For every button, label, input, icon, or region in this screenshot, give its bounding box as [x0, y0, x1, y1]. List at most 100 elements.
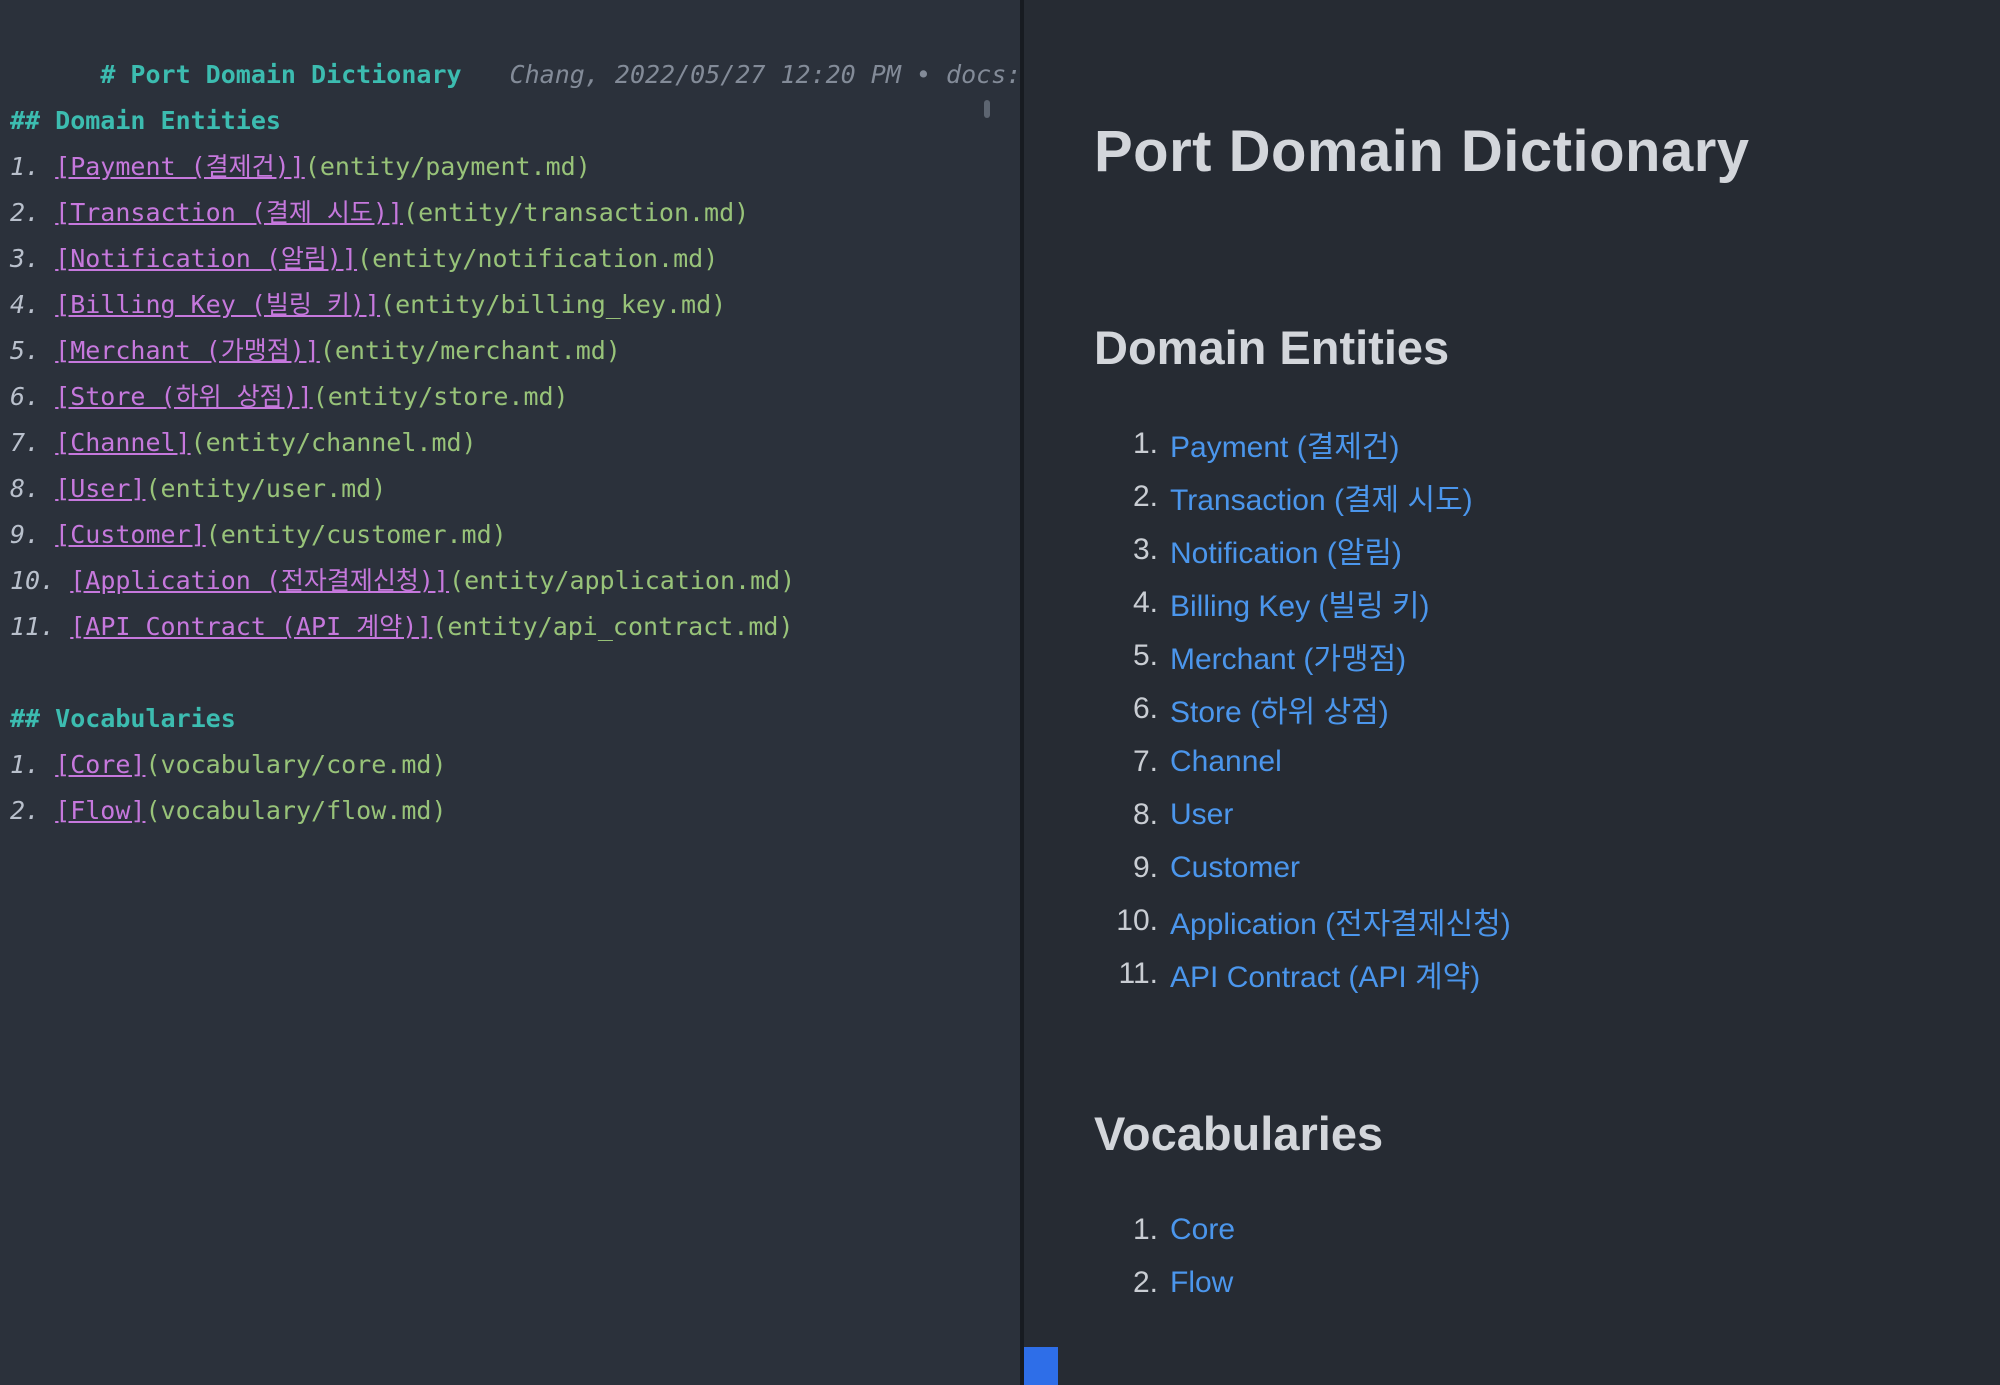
- preview-item-link[interactable]: Application (전자결제신청): [1170, 899, 1511, 943]
- md-list-number: 3.: [10, 244, 56, 273]
- preview-item-number: 8.: [1132, 797, 1158, 831]
- md-list-number: 6.: [10, 382, 56, 411]
- preview-ordered-list: 1. Core 2. Flow: [1094, 1203, 2000, 1309]
- preview-title: Port Domain Dictionary: [1094, 119, 1750, 184]
- md-wiki-link[interactable]: [Billing Key (빌링 키)]: [55, 290, 380, 319]
- md-list-number: 2.: [10, 796, 56, 825]
- preview-item-link[interactable]: Notification (알림): [1170, 528, 1402, 572]
- preview-section-heading: Domain Entities: [1094, 321, 1450, 374]
- preview-list-item: 1. Core: [1094, 1203, 2000, 1256]
- preview-list-item: 7. Channel: [1094, 735, 2000, 788]
- md-link-target: (entity/channel.md): [190, 428, 477, 457]
- md-list-item: 6. [Store (하위 상점)](entity/store.md): [10, 374, 1020, 420]
- preview-list-item: 2. Transaction (결제 시도): [1094, 470, 2000, 523]
- md-list-item: 1. [Payment (결제건)](entity/payment.md): [10, 144, 1020, 190]
- editor-annotation-mark: [984, 100, 990, 118]
- md-wiki-link[interactable]: [Transaction (결제 시도)]: [55, 198, 403, 227]
- preview-pane: Port Domain Dictionary Domain Entities 1.…: [1024, 0, 2000, 1385]
- md-list-item: 11. [API Contract (API 계약)](entity/api_c…: [10, 604, 1020, 650]
- md-list-number: 2.: [10, 198, 56, 227]
- preview-item-number: 7.: [1132, 744, 1158, 778]
- md-link-target: (vocabulary/flow.md): [145, 796, 447, 825]
- md-wiki-link[interactable]: [API Contract (API 계약)]: [70, 612, 432, 641]
- md-link-target: (vocabulary/core.md): [145, 750, 447, 779]
- preview-item-number: 11.: [1118, 956, 1158, 990]
- md-link-target: (entity/customer.md): [205, 520, 507, 549]
- preview-list-item: 4. Billing Key (빌링 키): [1094, 576, 2000, 629]
- scroll-indicator: [1024, 1347, 1058, 1385]
- md-list-item: 7. [Channel](entity/channel.md): [10, 420, 1020, 466]
- preview-list-item: 6. Store (하위 상점): [1094, 682, 2000, 735]
- preview-item-link[interactable]: Payment (결제건): [1170, 422, 1400, 466]
- preview-item-link[interactable]: Customer: [1170, 851, 1300, 885]
- preview-item-number: 1.: [1132, 426, 1158, 460]
- preview-body: Domain Entities 1. Payment (결제건) 2. Transact…: [1094, 320, 2000, 1309]
- md-section-heading: ## Vocabularies: [10, 704, 236, 733]
- md-link-target: (entity/api_contract.md): [432, 612, 794, 641]
- preview-item-number: 10.: [1116, 903, 1158, 937]
- md-wiki-link[interactable]: [Notification (알림)]: [55, 244, 357, 273]
- preview-item-number: 3.: [1132, 532, 1158, 566]
- md-link-target: (entity/billing_key.md): [380, 290, 727, 319]
- preview-item-link[interactable]: API Contract (API 계약): [1170, 952, 1480, 996]
- preview-list-item: 8. User: [1094, 788, 2000, 841]
- md-list-number: 1.: [10, 750, 56, 779]
- md-link-target: (entity/user.md): [145, 474, 387, 503]
- preview-item-number: 5.: [1132, 638, 1158, 672]
- md-wiki-link[interactable]: [Store (하위 상점)]: [55, 382, 313, 411]
- md-link-target: (entity/store.md): [312, 382, 569, 411]
- preview-item-link[interactable]: User: [1170, 798, 1233, 832]
- preview-item-link[interactable]: Merchant (가맹점): [1170, 634, 1406, 678]
- preview-item-link[interactable]: Billing Key (빌링 키): [1170, 581, 1430, 625]
- preview-item-link[interactable]: Store (하위 상점): [1170, 687, 1389, 731]
- md-list-number: 10.: [10, 566, 71, 595]
- md-list-item: 3. [Notification (알림)](entity/notificati…: [10, 236, 1020, 282]
- md-list-item: 2. [Transaction (결제 시도)](entity/transact…: [10, 190, 1020, 236]
- md-list-number: 1.: [10, 152, 56, 181]
- preview-list-item: 5. Merchant (가맹점): [1094, 629, 2000, 682]
- md-wiki-link[interactable]: [Flow]: [55, 796, 145, 825]
- md-list-item: 10. [Application (전자결제신청)](entity/applic…: [10, 558, 1020, 604]
- md-wiki-link[interactable]: [User]: [55, 474, 145, 503]
- md-list-item: 2. [Flow](vocabulary/flow.md): [10, 788, 1020, 834]
- md-list-item: 9. [Customer](entity/customer.md): [10, 512, 1020, 558]
- md-link-target: (entity/transaction.md): [403, 198, 750, 227]
- preview-item-link[interactable]: Transaction (결제 시도): [1170, 475, 1473, 519]
- doc-metadata: Chang, 2022/05/27 12:20 PM • docs:: [509, 60, 1020, 89]
- md-link-target: (entity/merchant.md): [319, 336, 621, 365]
- md-wiki-link[interactable]: [Application (전자결제신청)]: [70, 566, 449, 595]
- preview-item-number: 9.: [1132, 850, 1158, 884]
- md-link-target: (entity/payment.md): [304, 152, 591, 181]
- markdown-source-body: ## Domain Entities 1. [Payment (결제건)](ent…: [10, 52, 1020, 834]
- md-list-item: 5. [Merchant (가맹점)](entity/merchant.md): [10, 328, 1020, 374]
- md-wiki-link[interactable]: [Payment (결제건)]: [55, 152, 305, 181]
- preview-list-item: 9. Customer: [1094, 841, 2000, 894]
- preview-item-number: 2.: [1132, 479, 1158, 513]
- md-list-number: 9.: [10, 520, 56, 549]
- preview-list-item: 3. Notification (알림): [1094, 523, 2000, 576]
- md-link-target: (entity/application.md): [449, 566, 796, 595]
- preview-section-heading: Vocabularies: [1094, 1107, 1384, 1160]
- md-list-number: 8.: [10, 474, 56, 503]
- md-wiki-link[interactable]: [Merchant (가맹점)]: [55, 336, 320, 365]
- md-list-number: 11.: [10, 612, 71, 641]
- md-wiki-link[interactable]: [Core]: [55, 750, 145, 779]
- md-wiki-link[interactable]: [Customer]: [55, 520, 206, 549]
- md-list-number: 7.: [10, 428, 56, 457]
- md-document-title: # Port Domain Dictionary: [100, 60, 462, 89]
- preview-item-link[interactable]: Channel: [1170, 745, 1282, 779]
- preview-item-number: 1.: [1132, 1212, 1158, 1246]
- preview-ordered-list: 1. Payment (결제건) 2. Transaction (결제 시도) 3. No…: [1094, 417, 2000, 1000]
- markdown-source-pane[interactable]: # Port Domain Dictionary Chang, 2022/05/2…: [0, 0, 1020, 1385]
- md-list-item: 4. [Billing Key (빌링 키)](entity/billing_k…: [10, 282, 1020, 328]
- preview-list-item: 10. Application (전자결제신청): [1094, 894, 2000, 947]
- preview-list-item: 2. Flow: [1094, 1256, 2000, 1309]
- md-wiki-link[interactable]: [Channel]: [55, 428, 190, 457]
- preview-item-link[interactable]: Flow: [1170, 1266, 1233, 1300]
- preview-list-item: 1. Payment (결제건): [1094, 417, 2000, 470]
- md-section-heading: ## Domain Entities: [10, 106, 281, 135]
- preview-item-link[interactable]: Core: [1170, 1213, 1235, 1247]
- md-list-item: 8. [User](entity/user.md): [10, 466, 1020, 512]
- preview-list-item: 11. API Contract (API 계약): [1094, 947, 2000, 1000]
